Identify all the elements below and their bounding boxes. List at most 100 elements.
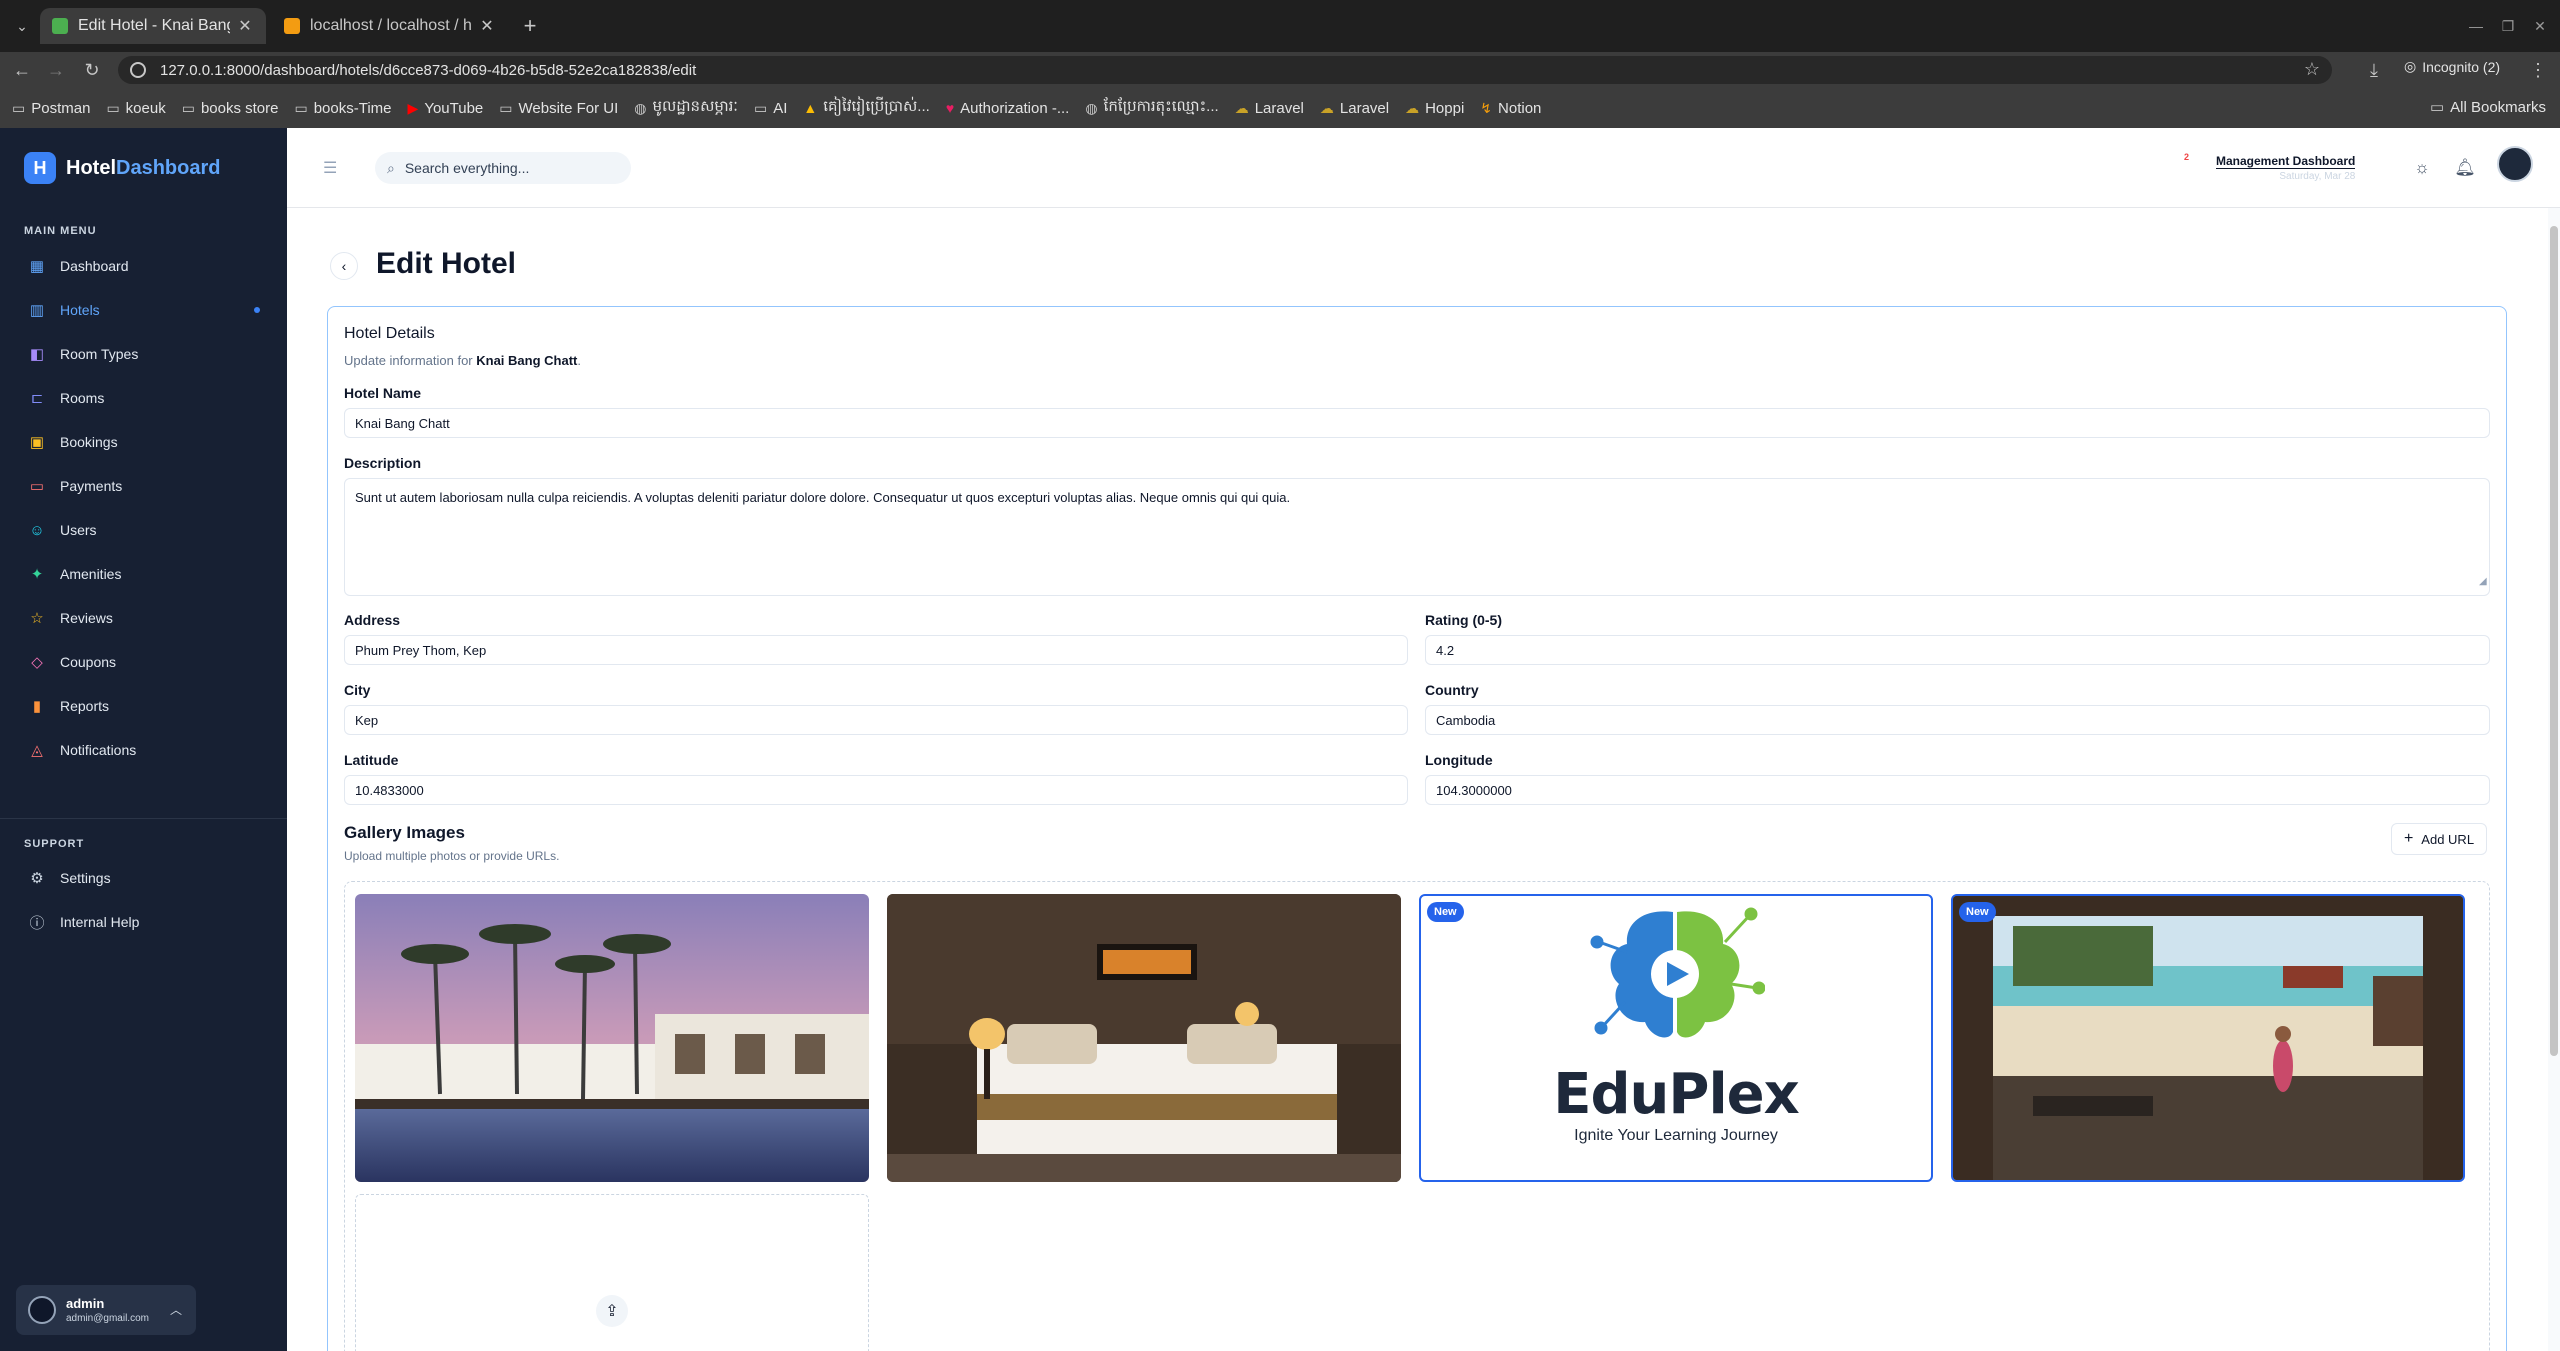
- sidebar-item-rooms[interactable]: ⊏ Rooms: [20, 380, 268, 416]
- bookmark-label: Authorization -...: [960, 99, 1070, 117]
- new-badge: New: [1959, 902, 1996, 922]
- rating-input[interactable]: [1425, 635, 2490, 665]
- textarea-resize-handle[interactable]: ◢: [2479, 576, 2489, 587]
- bookmark-item[interactable]: ▭ books store: [182, 100, 279, 117]
- address-bar[interactable]: 127.0.0.1:8000/dashboard/hotels/d6cce873…: [118, 56, 2332, 84]
- page-scrollbar[interactable]: [2548, 208, 2560, 1351]
- bookmark-item[interactable]: ▭ Postman: [12, 100, 90, 117]
- sidebar-item-payments[interactable]: ▭ Payments: [20, 468, 268, 504]
- sidebar-item-dashboard[interactable]: ▦ Dashboard: [20, 248, 268, 284]
- bookmark-item[interactable]: ▭ Website For UI: [499, 100, 618, 117]
- forward-arrow-icon[interactable]: →: [44, 58, 68, 82]
- bookmark-item[interactable]: ☁ Hoppi: [1405, 100, 1464, 117]
- theme-toggle-sun-icon[interactable]: ☼: [2410, 156, 2434, 180]
- bookmark-label: AI: [773, 99, 788, 117]
- all-bookmarks[interactable]: ▭ All Bookmarks: [2430, 98, 2546, 117]
- gallery-image-eduplex-logo[interactable]: New EduPlex Ignite Your Learning Journey: [1419, 894, 1933, 1182]
- add-url-button[interactable]: + Add URL: [2391, 823, 2487, 855]
- back-arrow-icon[interactable]: ←: [10, 58, 34, 82]
- close-window-icon[interactable]: ✕: [2528, 14, 2552, 38]
- sidebar-item-coupons[interactable]: ◇ Coupons: [20, 644, 268, 680]
- card-title: Hotel Details: [344, 325, 435, 342]
- tab-favicon-icon: [284, 18, 300, 34]
- close-tab-icon[interactable]: ✕: [478, 17, 496, 35]
- brand-first: Hotel: [66, 156, 116, 179]
- sidebar-item-amenities[interactable]: ✦ Amenities: [20, 556, 268, 592]
- gallery-image-beach[interactable]: New: [1951, 894, 2465, 1182]
- download-icon[interactable]: ⤓: [2362, 58, 2386, 82]
- header-avatar[interactable]: [2497, 146, 2533, 182]
- sidebar-item-bookings[interactable]: ▣ Bookings: [20, 424, 268, 460]
- gallery-dropzone[interactable]: New EduPlex Ignite Your Learning Journey: [344, 881, 2490, 1351]
- bookmark-item[interactable]: ▭ books-Time: [294, 100, 391, 117]
- bookmark-item[interactable]: ☁ Laravel: [1235, 100, 1304, 117]
- notifications-bell-icon[interactable]: 🔔︎: [2453, 156, 2477, 180]
- sidebar-item-internal-help[interactable]: ⓘ Internal Help: [20, 904, 268, 940]
- chevron-left-icon: ‹: [341, 258, 347, 274]
- search-box[interactable]: ⌕: [375, 152, 631, 184]
- gallery-image-resort[interactable]: [355, 894, 869, 1182]
- browser-tab-edit-hotel[interactable]: Edit Hotel - Knai Bang Ch ✕: [40, 8, 266, 44]
- search-input[interactable]: [404, 160, 605, 176]
- sidebar-item-label: Rooms: [60, 390, 105, 406]
- country-input[interactable]: [1425, 705, 2490, 735]
- reload-icon[interactable]: ↻: [80, 58, 104, 82]
- sidebar-item-hotels[interactable]: ▥ Hotels: [20, 292, 268, 328]
- scrollbar-thumb[interactable]: [2550, 226, 2558, 1056]
- close-tab-icon[interactable]: ✕: [236, 17, 254, 35]
- tab-search-chevron-icon[interactable]: ⌄: [10, 14, 34, 38]
- browser-menu-icon[interactable]: ⋮: [2526, 58, 2550, 82]
- longitude-input[interactable]: [1425, 775, 2490, 805]
- sidebar-item-reviews[interactable]: ☆ Reviews: [20, 600, 268, 636]
- description-textarea[interactable]: Sunt ut autem laboriosam nulla culpa rei…: [344, 478, 2490, 596]
- address-label: Address: [344, 612, 401, 628]
- card-subtitle-suffix: .: [577, 353, 581, 368]
- site-info-icon[interactable]: [130, 62, 146, 78]
- bookmark-item[interactable]: ◍ កែប្រែការតុះឈ្មោះ...: [1085, 97, 1218, 119]
- folder-icon: ▭: [12, 99, 26, 116]
- bookmark-item[interactable]: ↯ Notion: [1480, 100, 1541, 117]
- bookmark-item[interactable]: ☁ Laravel: [1320, 100, 1389, 117]
- sidebar-item-label: Notifications: [60, 742, 137, 758]
- bookmark-label: books-Time: [313, 99, 392, 117]
- city-input[interactable]: [344, 705, 1408, 735]
- sidebar-divider: [0, 818, 287, 819]
- bookmark-item[interactable]: ▲ គៀវៃរៀប្រើប្រាស់...: [803, 97, 929, 119]
- user-menu[interactable]: admin admin@gmail.com ︿: [16, 1285, 196, 1335]
- restore-window-icon[interactable]: ❐: [2496, 14, 2520, 38]
- folder-icon: ▭: [294, 99, 308, 116]
- gallery-image-bedroom[interactable]: [887, 894, 1401, 1182]
- bookmark-label: Hoppi: [1425, 99, 1465, 117]
- bookmark-label: Notion: [1498, 99, 1542, 117]
- upload-icon: ⇪: [596, 1295, 628, 1327]
- folder-icon: ▭: [753, 99, 768, 116]
- drive-icon: ▲: [803, 100, 818, 116]
- bookmark-star-icon[interactable]: ☆: [2304, 59, 2320, 80]
- sidebar-item-notifications[interactable]: ◬ Notifications: [20, 732, 268, 768]
- card-icon: ▭: [29, 478, 45, 495]
- back-button[interactable]: ‹: [330, 252, 358, 280]
- upload-image-slot[interactable]: ⇪: [355, 1194, 869, 1351]
- sidebar-item-settings[interactable]: ⚙ Settings: [20, 860, 268, 896]
- new-tab-plus-icon[interactable]: +: [518, 13, 542, 38]
- browser-tab-phpmyadmin[interactable]: localhost / localhost / ho ✕: [272, 8, 508, 44]
- latitude-input[interactable]: [344, 775, 1408, 805]
- bookmark-item[interactable]: ▶ YouTube: [408, 100, 484, 117]
- globe-icon: ◍: [1085, 99, 1098, 116]
- bookmarks-bar: ▭ Postman ▭ koeuk ▭ books store ▭ books-Time…: [0, 94, 2560, 122]
- sidebar-item-room-types[interactable]: ◧ Room Types: [20, 336, 268, 372]
- minimize-window-icon[interactable]: —: [2464, 14, 2488, 38]
- bookmark-item[interactable]: ▭ AI: [754, 100, 787, 117]
- sidebar-item-reports[interactable]: ▮ Reports: [20, 688, 268, 724]
- bookmark-item[interactable]: ♥ Authorization -...: [946, 100, 1070, 117]
- folder-icon: ▭: [181, 99, 195, 116]
- sidebar-item-label: Reports: [60, 698, 110, 714]
- hotel-name-input[interactable]: [344, 408, 2490, 438]
- incognito-indicator[interactable]: ◎ Incognito (2): [2404, 58, 2500, 75]
- bookmark-item[interactable]: ◍ មូលដ្ឋានសម្ភារៈ: [634, 97, 738, 119]
- sidebar-toggle-icon[interactable]: ☰: [323, 158, 341, 177]
- bookmark-item[interactable]: ▭ koeuk: [106, 100, 165, 117]
- sidebar-item-users[interactable]: ☺ Users: [20, 512, 268, 548]
- address-input[interactable]: [344, 635, 1408, 665]
- brand-logo-link[interactable]: H HotelDashboard: [24, 152, 220, 184]
